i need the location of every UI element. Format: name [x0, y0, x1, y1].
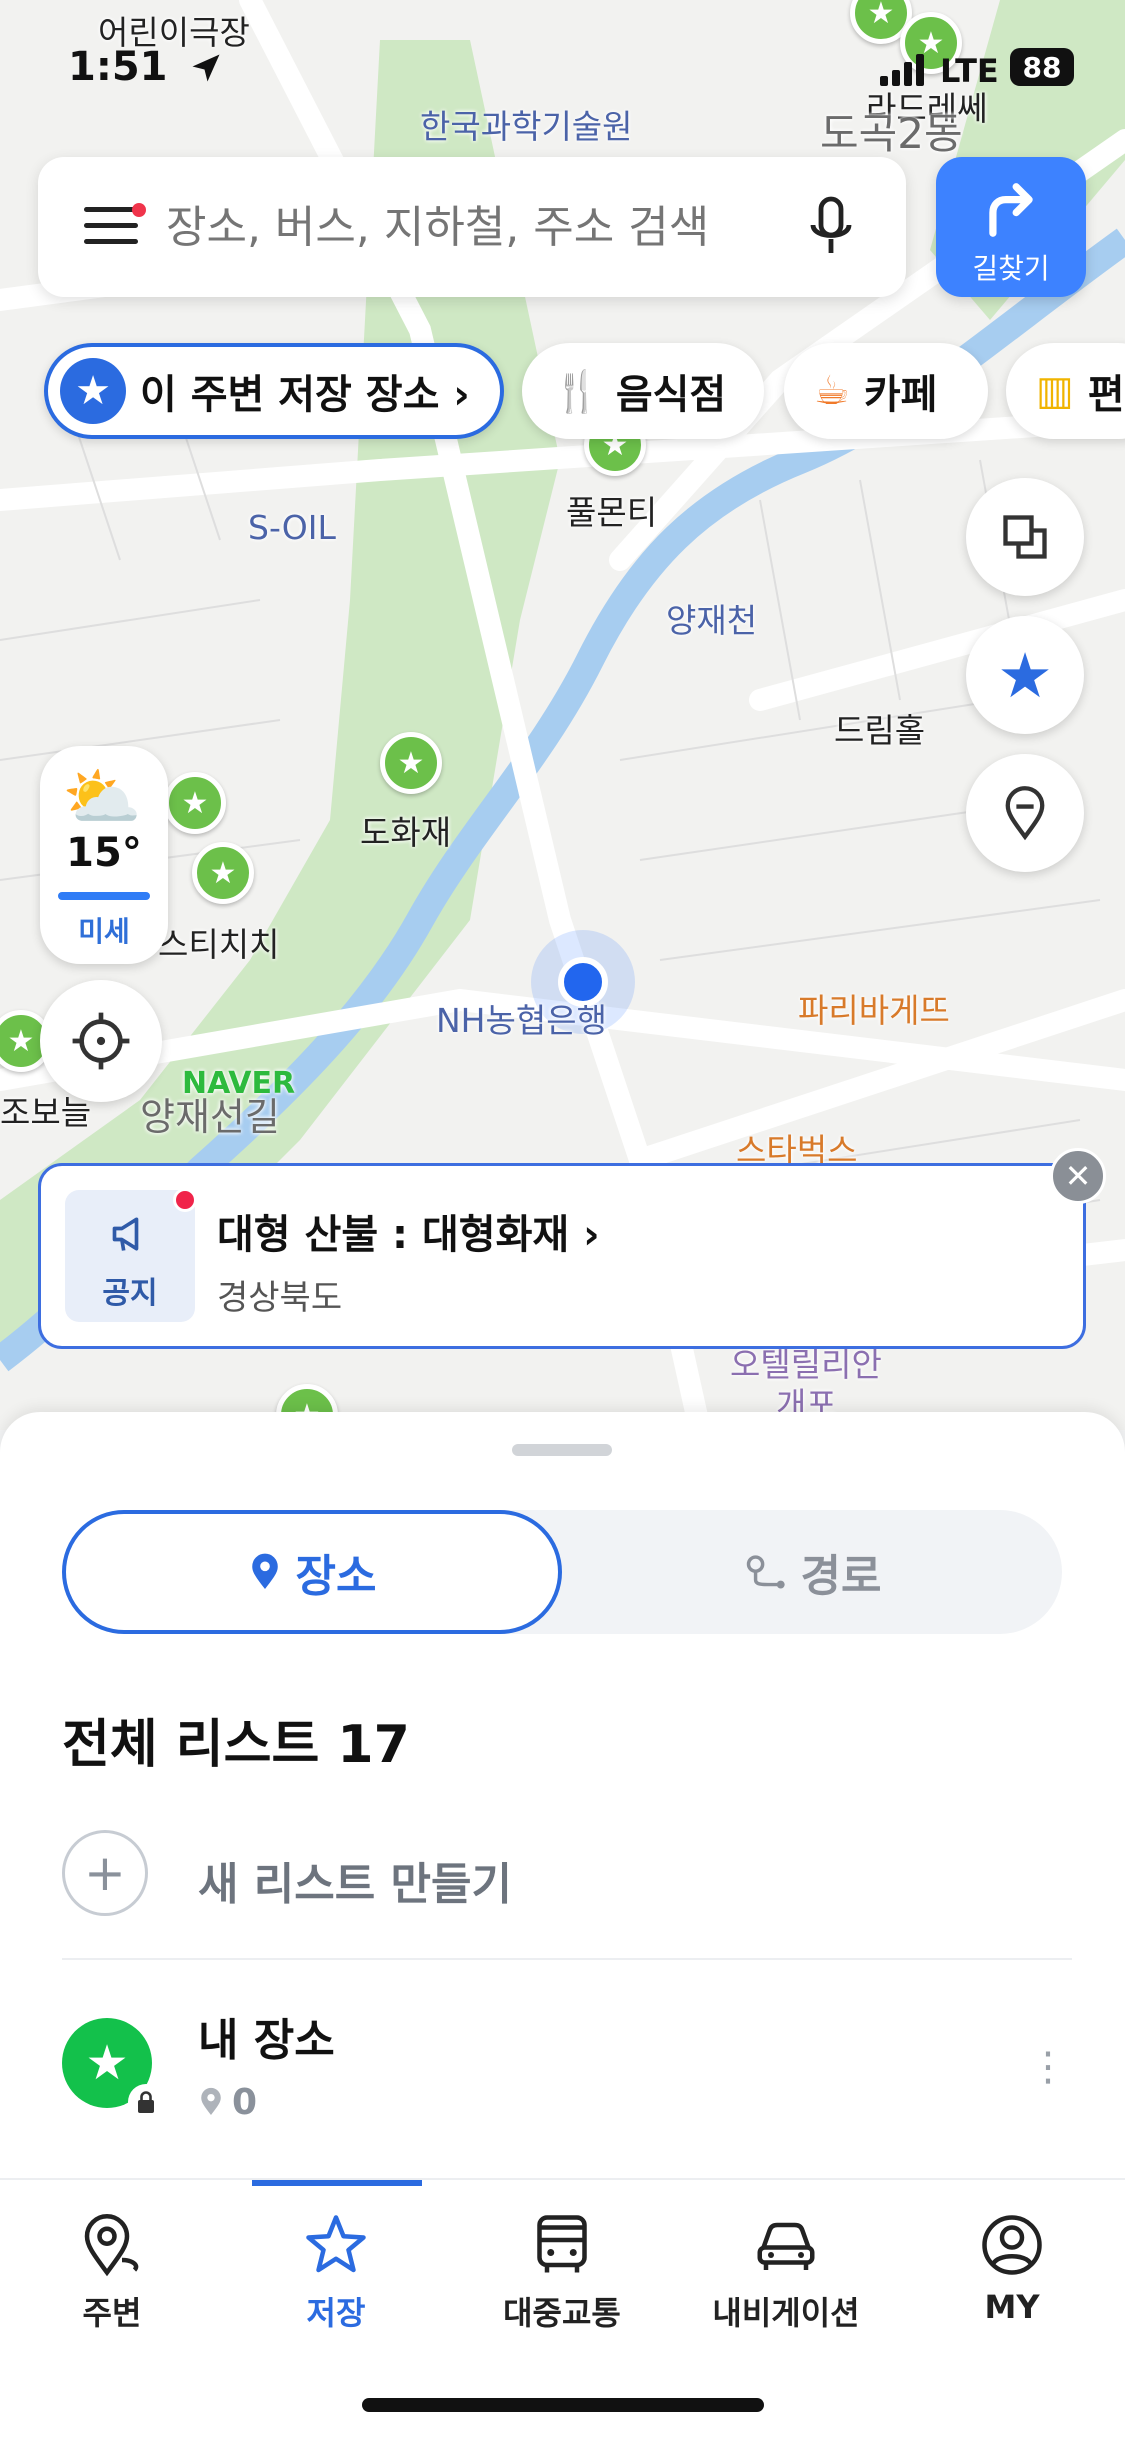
chip-restaurant[interactable]: 🍴 음식점	[522, 343, 764, 439]
megaphone-icon	[112, 1217, 139, 1251]
fine-dust-label: 미세	[78, 915, 130, 948]
saved-place-pin[interactable]: ★	[380, 732, 442, 794]
map-label: 양재선길	[140, 1095, 280, 1139]
close-icon[interactable]: ✕	[1050, 1148, 1106, 1204]
lock-icon	[128, 2084, 164, 2120]
current-location-button[interactable]	[40, 980, 162, 1102]
more-options-icon[interactable]: ⋮	[1028, 2044, 1068, 2090]
location-pin-icon	[201, 2087, 221, 2115]
dust-level-bar	[58, 892, 150, 900]
tab-places[interactable]: 장소	[62, 1510, 562, 1634]
notification-dot	[132, 203, 146, 217]
list-item-name: 내 장소	[198, 2015, 335, 2066]
tab-my[interactable]: MY	[922, 2210, 1102, 2326]
tab-places-label: 장소	[295, 1551, 377, 1602]
status-time: 1:51	[68, 44, 168, 90]
home-indicator[interactable]	[362, 2398, 764, 2412]
fork-knife-icon: 🍴	[552, 368, 602, 415]
turn-right-arrow-icon	[989, 183, 1033, 237]
saved-place-pin[interactable]: ★	[192, 842, 254, 904]
chip-cafe[interactable]: ☕ 카페	[784, 343, 988, 439]
search-input[interactable]	[164, 201, 828, 254]
notice-banner[interactable]: 공지 대형 산불 : 대형화재 › 경상북도	[38, 1163, 1086, 1349]
pin-button[interactable]	[966, 754, 1084, 872]
partly-cloudy-icon: ⛅	[62, 761, 142, 835]
location-arrow-icon	[192, 54, 220, 82]
list-item-count: 0	[198, 2082, 257, 2123]
tab-nearby[interactable]: 주변	[22, 2210, 202, 2334]
directions-label: 길찾기	[972, 252, 1050, 285]
tab-routes[interactable]: 경로	[562, 1510, 1062, 1634]
layers-button[interactable]	[966, 478, 1084, 596]
network-label: LTE	[940, 52, 999, 90]
sheet-handle[interactable]	[512, 1444, 612, 1456]
bottom-sheet: 장소 경로 전체 리스트 17 + 새 리스트 만들기 ★ 내 장소 0 ⋮	[0, 1412, 1125, 2180]
map-label: NH농협은행	[436, 1001, 607, 1040]
new-list-button[interactable]: + 새 리스트 만들기	[62, 1830, 1062, 1926]
chip-nearby-saved[interactable]: ★ 이 주변 저장 장소 ›	[44, 343, 504, 439]
tab-label: 저장	[306, 2294, 366, 2332]
saved-place-pin[interactable]: ★	[164, 772, 226, 834]
list-item[interactable]: ★ 내 장소 0 ⋮	[62, 2004, 1072, 2164]
tab-label: 내비게이션	[712, 2294, 860, 2332]
store-icon: ▥	[1036, 368, 1074, 414]
menu-icon[interactable]	[84, 207, 138, 247]
new-list-label: 새 리스트 만들기	[198, 1859, 512, 1910]
map-label: 스티치치	[158, 925, 280, 964]
map-label: S-OIL	[248, 508, 336, 547]
plus-icon: +	[62, 1830, 148, 1916]
weather-widget[interactable]: ⛅ 15° 미세	[40, 746, 168, 964]
microphone-icon[interactable]	[806, 195, 856, 259]
status-bar: 1:51 LTE 88	[0, 0, 1125, 140]
notice-new-dot	[173, 1188, 197, 1212]
star-icon: ★	[60, 358, 126, 424]
tab-navigation[interactable]: 내비게이션	[696, 2210, 876, 2334]
crosshair-icon	[72, 1012, 130, 1070]
route-icon	[746, 1555, 785, 1589]
star-icon: ★	[997, 638, 1053, 712]
notice-subtitle: 경상북도	[217, 1278, 343, 1318]
signal-icon	[880, 54, 924, 86]
segment-control: 장소 경로	[62, 1510, 1062, 1634]
map-label: 풀몬티	[566, 493, 658, 532]
bus-icon	[537, 2215, 587, 2273]
divider	[62, 1958, 1072, 1960]
chip-label: 편	[1087, 372, 1125, 418]
chip-convenience[interactable]: ▥ 편	[1006, 343, 1125, 439]
list-count-title: 전체 리스트 17	[62, 1715, 410, 1775]
tab-label: MY	[984, 2288, 1040, 2326]
notice-badge-label: 공지	[102, 1276, 158, 1311]
map-label: 드림홀	[834, 711, 926, 750]
profile-icon	[982, 2215, 1042, 2275]
notice-title: 대형 산불 : 대형화재 ›	[217, 1212, 600, 1258]
tab-label: 주변	[82, 2294, 142, 2332]
tab-routes-label: 경로	[800, 1551, 882, 1602]
chip-label: 카페	[863, 372, 938, 418]
search-bar[interactable]	[38, 157, 906, 297]
map-label: 양재천	[666, 601, 758, 640]
temperature: 15°	[66, 830, 142, 876]
map-label: 파리바게뜨	[798, 991, 950, 1030]
map-pin-icon	[1005, 786, 1045, 841]
tab-transit[interactable]: 대중교통	[472, 2210, 652, 2334]
chip-label: 음식점	[615, 372, 727, 418]
tab-label: 대중교통	[503, 2294, 621, 2332]
cup-icon: ☕	[814, 368, 850, 414]
map-label: 도화재	[360, 813, 452, 852]
car-icon	[757, 2222, 815, 2270]
tab-saved[interactable]: 저장	[246, 2210, 426, 2334]
layers-icon	[1003, 515, 1047, 559]
tab-active-indicator	[252, 2180, 422, 2186]
list-item-count-value: 0	[232, 2082, 258, 2123]
directions-button[interactable]: 길찾기	[936, 157, 1086, 297]
nearby-icon	[84, 2214, 139, 2277]
location-pin-icon	[251, 1553, 278, 1589]
favorites-button[interactable]: ★	[966, 616, 1084, 734]
battery-indicator: 88	[1010, 48, 1074, 86]
chip-label: 이 주변 저장 장소 ›	[140, 372, 470, 418]
notice-badge: 공지	[65, 1190, 195, 1322]
star-icon	[306, 2215, 366, 2273]
